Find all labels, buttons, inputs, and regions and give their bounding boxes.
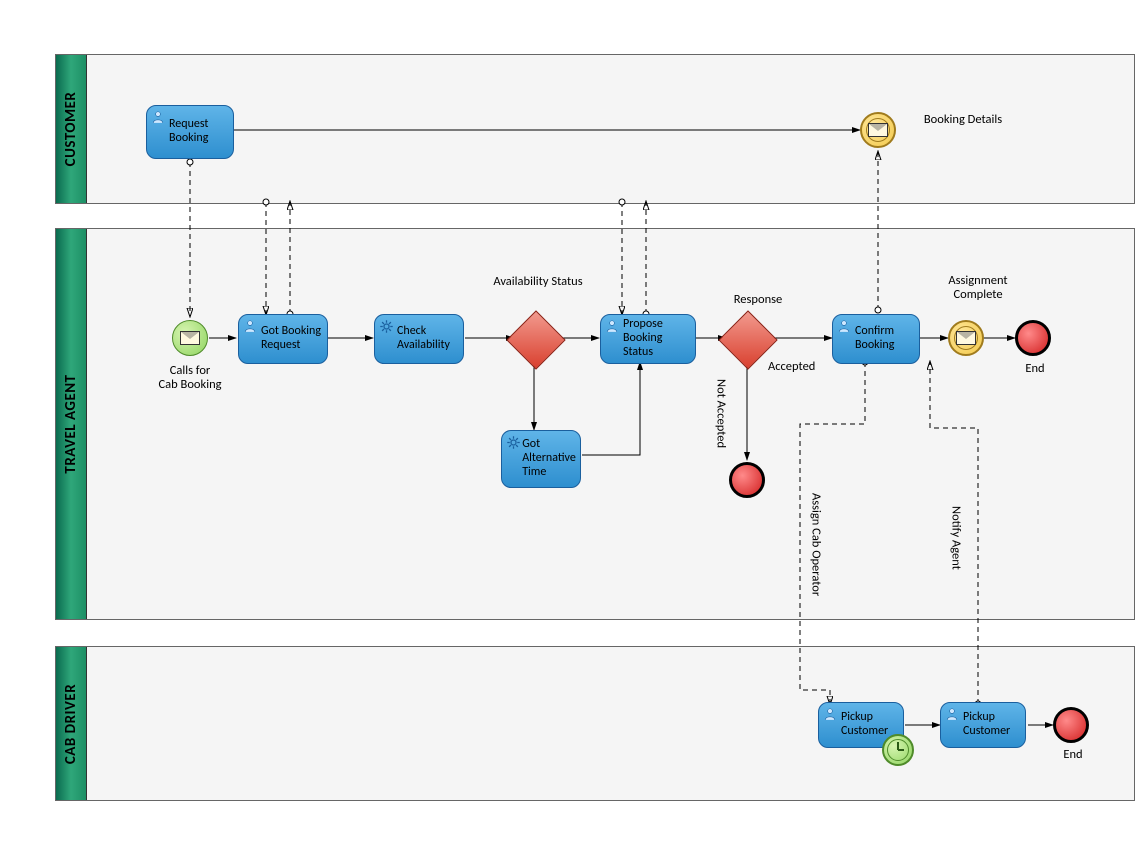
label-end-driver: End bbox=[1056, 748, 1090, 762]
event-assignment-complete[interactable] bbox=[948, 320, 984, 356]
event-end-driver[interactable] bbox=[1053, 707, 1089, 743]
user-icon bbox=[945, 707, 959, 725]
user-icon bbox=[837, 319, 851, 337]
label-not-accepted: Not Accepted bbox=[713, 364, 727, 464]
pool-title: TRAVEL AGENT bbox=[62, 374, 80, 473]
envelope-icon bbox=[868, 123, 888, 137]
task-got-booking-request[interactable]: Got Booking Request bbox=[238, 314, 328, 364]
gear-icon bbox=[379, 319, 394, 338]
label-availability-status: Availability Status bbox=[493, 275, 583, 289]
gear-icon bbox=[506, 435, 521, 454]
user-icon bbox=[823, 707, 837, 725]
label-assignment-complete: Assignment Complete bbox=[928, 274, 1028, 303]
user-icon bbox=[605, 319, 619, 337]
task-request-booking[interactable]: Request Booking bbox=[146, 105, 234, 159]
task-confirm-booking[interactable]: Confirm Booking bbox=[832, 314, 920, 364]
label-calls-for: Calls for Cab Booking bbox=[143, 364, 237, 393]
envelope-icon bbox=[180, 331, 200, 345]
label-notify-agent: Notify Agent bbox=[948, 488, 962, 588]
label-response: Response bbox=[722, 293, 794, 307]
label-end-agent: End bbox=[1018, 362, 1052, 376]
pool-title: CAB DRIVER bbox=[62, 683, 80, 763]
task-label: Propose Booking Status bbox=[607, 318, 689, 359]
task-got-alternative-time[interactable]: Got Alternative Time bbox=[501, 430, 581, 488]
user-icon bbox=[151, 110, 165, 128]
label-accepted: Accepted bbox=[768, 360, 832, 374]
event-end-agent[interactable] bbox=[1015, 320, 1051, 356]
timer-icon bbox=[882, 734, 914, 766]
envelope-icon bbox=[956, 331, 976, 345]
task-propose-booking-status[interactable]: Propose Booking Status bbox=[600, 314, 696, 364]
task-pickup-customer-2[interactable]: Pickup Customer bbox=[940, 702, 1026, 748]
label-booking-details: Booking Details bbox=[913, 113, 1013, 127]
pool-header-agent: TRAVEL AGENT bbox=[56, 229, 87, 619]
pool-title: CUSTOMER bbox=[62, 92, 80, 167]
label-assign-cab-operator: Assign Cab Operator bbox=[808, 480, 822, 610]
user-icon bbox=[243, 319, 257, 337]
task-check-availability[interactable]: Check Availability bbox=[374, 314, 464, 364]
pool-header-driver: CAB DRIVER bbox=[56, 647, 87, 800]
event-start-calls[interactable] bbox=[172, 320, 208, 356]
event-booking-details[interactable] bbox=[860, 112, 896, 148]
event-end-not-accepted[interactable] bbox=[729, 462, 765, 498]
bpmn-diagram: CUSTOMER TRAVEL AGENT CAB DRIVER bbox=[10, 10, 1135, 844]
pool-header-customer: CUSTOMER bbox=[56, 55, 87, 203]
